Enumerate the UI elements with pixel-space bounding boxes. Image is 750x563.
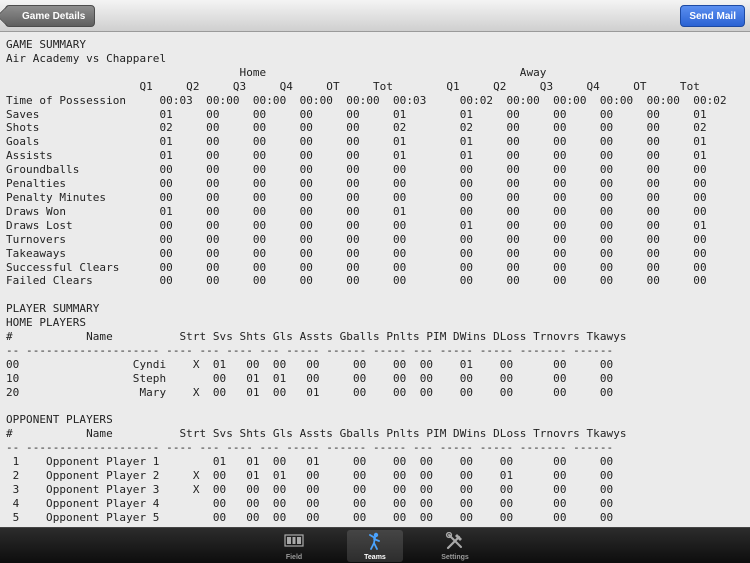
report-line: HOME PLAYERS xyxy=(6,316,87,330)
report-line: 10 Steph 00 01 01 00 00 00 00 00 00 00 0… xyxy=(6,371,614,385)
tab-bar: Field Teams Settings xyxy=(0,527,750,563)
report-line: Penalties 00 00 00 00 00 00 00 00 00 00 … xyxy=(6,177,707,191)
send-mail-button[interactable]: Send Mail xyxy=(680,5,745,27)
report-line: 4 Opponent Player 4 00 00 00 00 00 00 00… xyxy=(6,496,614,510)
report-line: Failed Clears 00 00 00 00 00 00 00 00 00… xyxy=(6,274,707,288)
report-line: Successful Clears 00 00 00 00 00 00 00 0… xyxy=(6,260,707,274)
report-line: Groundballs 00 00 00 00 00 00 00 00 00 0… xyxy=(6,163,707,177)
report-line: Home Away xyxy=(6,65,547,79)
report-line: GAME SUMMARY xyxy=(6,38,87,51)
back-button-label: Game Details xyxy=(22,11,86,22)
scoreboard-icon xyxy=(284,534,304,547)
report-line: 5 Opponent Player 5 00 00 00 00 00 00 00… xyxy=(6,510,614,524)
tab-settings-label: Settings xyxy=(441,554,469,561)
report-line: 2 Opponent Player 2 X 00 01 01 00 00 00 … xyxy=(6,469,614,483)
report-line: 20 Mary X 00 01 00 01 00 00 00 00 00 00 … xyxy=(6,385,614,399)
report-line: Draws Won 01 00 00 00 00 01 00 00 00 00 … xyxy=(6,204,707,218)
report-line: -- -------------------- ---- --- ---- --… xyxy=(6,441,614,455)
report-line: -- -------------------- ---- --- ---- --… xyxy=(6,343,614,357)
report-line: Draws Lost 00 00 00 00 00 00 01 00 00 00… xyxy=(6,218,707,232)
report-line: Takeaways 00 00 00 00 00 00 00 00 00 00 … xyxy=(6,246,707,260)
tab-teams-label: Teams xyxy=(364,554,386,561)
report-line: Saves 01 00 00 00 00 01 01 00 00 00 00 0… xyxy=(6,107,707,121)
navigation-bar: Game Details Send Mail xyxy=(0,0,750,32)
report-line: # Name Strt Svs Shts Gls Assts Gballs Pn… xyxy=(6,427,627,441)
report-line: Penalty Minutes 00 00 00 00 00 00 00 00 … xyxy=(6,190,707,204)
report-line: Q1 Q2 Q3 Q4 OT Tot Q1 Q2 Q3 Q4 OT Tot xyxy=(6,79,700,93)
tab-settings[interactable]: Settings xyxy=(427,530,483,562)
report-line: 3 Opponent Player 3 X 00 00 00 00 00 00 … xyxy=(6,483,614,496)
report-line: 00 Cyndi X 01 00 00 00 00 00 00 01 00 00… xyxy=(6,357,614,371)
lacrosse-player-icon xyxy=(369,532,380,550)
tab-field-label: Field xyxy=(285,554,303,561)
report-line: PLAYER SUMMARY xyxy=(6,302,100,316)
report-line: Air Academy vs Chapparel xyxy=(6,51,167,65)
report-line: OPPONENT PLAYERS xyxy=(6,413,113,427)
report-line: Time of Possession 00:03 00:00 00:00 00:… xyxy=(6,93,727,107)
report-line: 1 Opponent Player 1 01 01 00 01 00 00 00… xyxy=(6,455,614,469)
back-button[interactable]: Game Details xyxy=(5,5,96,27)
tab-field[interactable]: Field xyxy=(266,530,322,562)
report-line: # Name Strt Svs Shts Gls Assts Gballs Pn… xyxy=(6,330,627,344)
report-line: Shots 02 00 00 00 00 02 02 00 00 00 00 0… xyxy=(6,121,707,135)
report-line: Goals 01 00 00 00 00 01 01 00 00 00 00 0… xyxy=(6,135,707,149)
tools-icon xyxy=(445,532,462,550)
tab-teams[interactable]: Teams xyxy=(347,530,403,562)
report-line: Turnovers 00 00 00 00 00 00 00 00 00 00 … xyxy=(6,232,707,246)
game-report-text: GAME SUMMARY Air Academy vs Chapparel Ho… xyxy=(6,38,727,525)
report-line: Assists 01 00 00 00 00 01 01 00 00 00 00… xyxy=(6,149,707,163)
